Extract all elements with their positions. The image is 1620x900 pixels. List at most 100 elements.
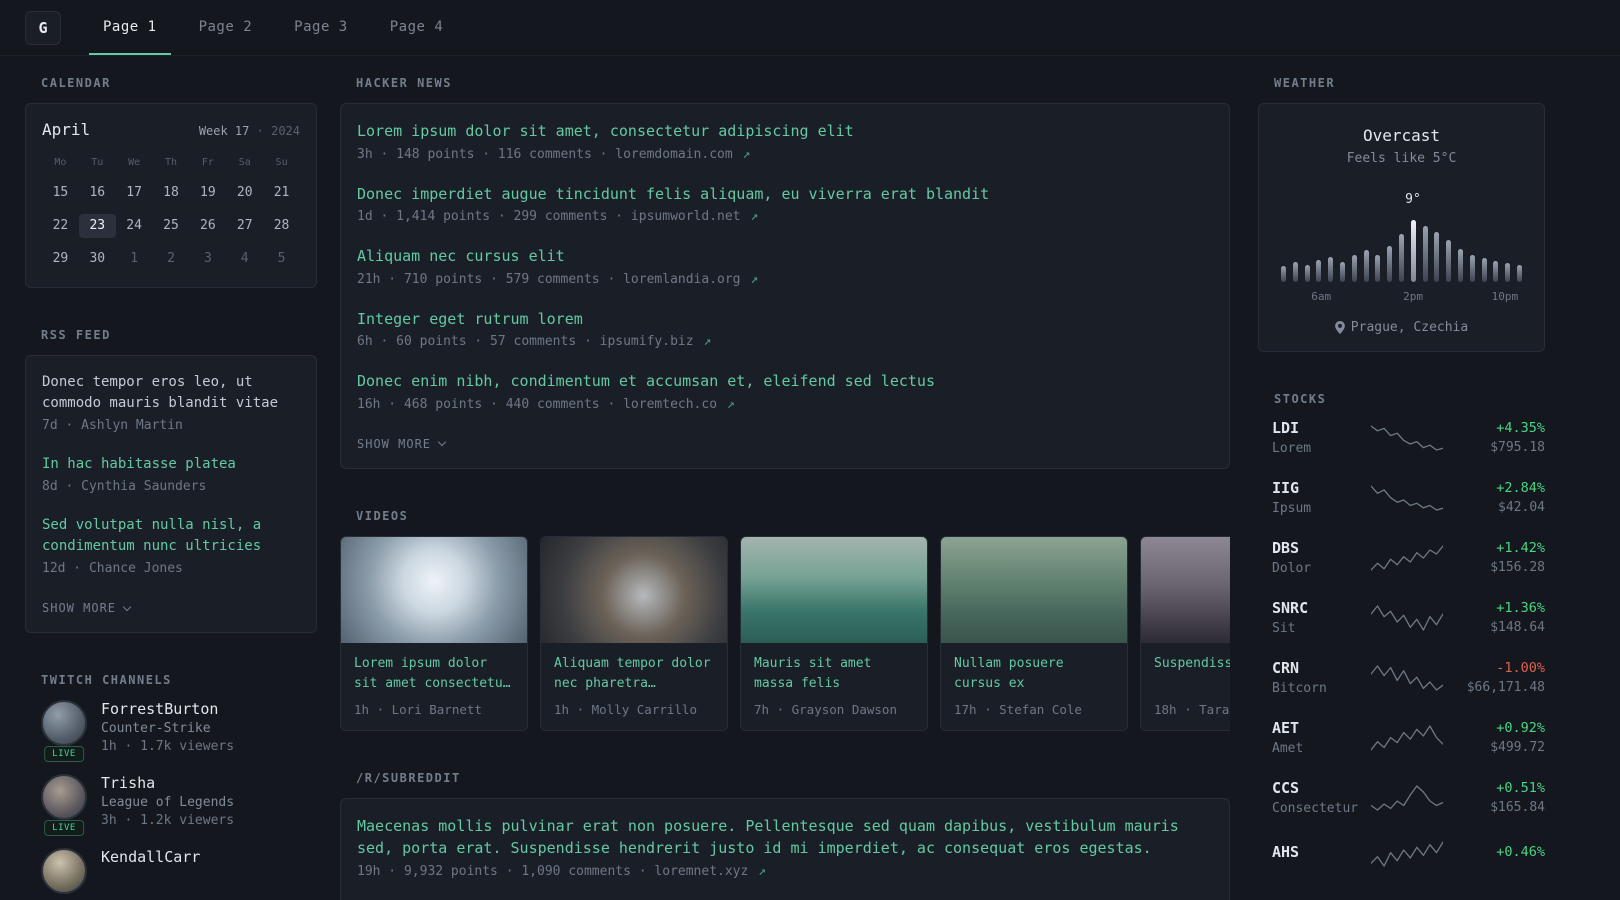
- calendar-day-selected: 23: [78, 214, 116, 238]
- rss-item: Donec tempor eros leo, ut commodo mauris…: [42, 372, 300, 433]
- stock-row[interactable]: IIG Ipsum +2.84% $42.04: [1272, 479, 1545, 516]
- video-thumbnail[interactable]: [1141, 536, 1230, 643]
- video-thumbnail[interactable]: [941, 536, 1127, 643]
- video-thumbnail[interactable]: [741, 536, 927, 643]
- stock-values: +1.36% $148.64: [1449, 600, 1545, 635]
- dashboard: CALENDAR April Week 17 · 2024 Mo Tu We T…: [0, 56, 1620, 900]
- rss-show-more-button[interactable]: SHOW MORE: [42, 601, 132, 615]
- rss-item-link[interactable]: Donec tempor eros leo, ut commodo mauris…: [42, 372, 300, 414]
- video-title[interactable]: Suspendisse diam: [1154, 654, 1230, 694]
- day-header: Mo: [54, 157, 67, 168]
- calendar-day: 15: [52, 185, 69, 200]
- stock-name: Lorem: [1272, 441, 1312, 456]
- calendar-widget: CALENDAR April Week 17 · 2024 Mo Tu We T…: [25, 76, 317, 288]
- hn-item-link[interactable]: Donec enim nibh, condimentum et accumsan…: [357, 370, 1213, 393]
- video-title[interactable]: Lorem ipsum dolor sit amet consectetu…: [354, 654, 514, 694]
- tab-page-3[interactable]: Page 3: [280, 0, 362, 55]
- rss-item-meta: 8d · Cynthia Saunders: [42, 479, 207, 494]
- calendar-day: 27: [236, 218, 253, 233]
- stock-row[interactable]: CRN Bitcorn -1.00% $66,171.48: [1272, 659, 1545, 696]
- calendar-day: 20: [236, 185, 253, 200]
- tab-page-1[interactable]: Page 1: [89, 0, 171, 55]
- calendar-week-year: Week 17 · 2024: [199, 124, 300, 138]
- video-thumbnail[interactable]: [541, 536, 727, 643]
- video-title[interactable]: Mauris sit amet massa felis: [754, 654, 914, 694]
- stock-sparkline: [1364, 543, 1449, 573]
- stock-ticker: CCS: [1272, 779, 1300, 797]
- stock-id: AET Amet: [1272, 719, 1364, 756]
- external-link-icon[interactable]: ↗: [758, 864, 766, 879]
- video-title[interactable]: Aliquam tempor dolor nec pharetra…: [554, 654, 714, 694]
- stock-id: IIG Ipsum: [1272, 479, 1364, 516]
- twitch-channel-row[interactable]: LIVE Trisha League of Legends 3h · 1.2k …: [41, 774, 317, 836]
- hn-item-link[interactable]: Aliquam nec cursus elit: [357, 245, 1213, 268]
- chevron-down-icon: [122, 602, 132, 611]
- external-link-icon[interactable]: ↗: [727, 397, 735, 412]
- hn-show-more-button[interactable]: SHOW MORE: [357, 437, 447, 451]
- stock-values: +0.51% $165.84: [1449, 780, 1545, 815]
- stock-ticker: LDI: [1272, 419, 1300, 437]
- external-link-icon[interactable]: ↗: [750, 272, 758, 287]
- stock-row[interactable]: LDI Lorem +4.35% $795.18: [1272, 419, 1545, 456]
- right-column: WEATHER Overcast Feels like 5°C 9° 6am 2…: [1258, 76, 1545, 900]
- hn-item-link[interactable]: Lorem ipsum dolor sit amet, consectetur …: [357, 120, 1213, 143]
- stock-row[interactable]: AET Amet +0.92% $499.72: [1272, 719, 1545, 756]
- tab-page-4[interactable]: Page 4: [376, 0, 458, 55]
- video-card[interactable]: Nullam posuere cursus ex 17h · Stefan Co…: [940, 535, 1128, 731]
- video-meta: 18h · Tara: [1154, 701, 1230, 717]
- video-meta: 17h · Stefan Cole: [954, 701, 1082, 717]
- video-card[interactable]: Mauris sit amet massa felis 7h · Grayson…: [740, 535, 928, 731]
- calendar-day-next-month: 2: [167, 251, 175, 266]
- day-header: We: [128, 157, 141, 168]
- rss-item-link[interactable]: In hac habitasse platea: [42, 454, 300, 475]
- rss-show-more-label: SHOW MORE: [42, 601, 117, 615]
- calendar-separator: ·: [256, 124, 264, 138]
- video-title[interactable]: Nullam posuere cursus ex: [954, 654, 1114, 694]
- day-header: Sa: [238, 157, 251, 168]
- external-link-icon[interactable]: ↗: [703, 334, 711, 349]
- external-link-icon[interactable]: ↗: [743, 147, 751, 162]
- twitch-channel-name: Trisha: [101, 774, 156, 792]
- video-body: Lorem ipsum dolor sit amet consectetu… 1…: [341, 643, 527, 730]
- stock-row[interactable]: SNRC Sit +1.36% $148.64: [1272, 599, 1545, 636]
- app-logo[interactable]: G: [25, 10, 61, 45]
- weather-location-text: Prague, Czechia: [1350, 320, 1469, 335]
- calendar-day: 30: [89, 251, 106, 266]
- hn-item-link[interactable]: Donec imperdiet augue tincidunt felis al…: [357, 183, 1213, 206]
- stock-row[interactable]: AHS +0.46%: [1272, 839, 1545, 869]
- stock-change: +2.84%: [1496, 480, 1545, 496]
- video-meta: 1h · Molly Carrillo: [554, 701, 697, 717]
- twitch-channel-meta: 1h · 1.7k viewers: [101, 739, 235, 754]
- stock-name: Consectetur: [1272, 801, 1359, 816]
- video-card[interactable]: Lorem ipsum dolor sit amet consectetu… 1…: [340, 535, 528, 731]
- tab-page-2[interactable]: Page 2: [185, 0, 267, 55]
- stock-row[interactable]: DBS Dolor +1.42% $156.28: [1272, 539, 1545, 576]
- video-body: Suspendisse diam 18h · Tara: [1141, 643, 1230, 730]
- hn-item-meta: 21h · 710 points · 579 comments · loreml…: [357, 272, 1213, 287]
- rss-item: Sed volutpat nulla nisl, a condimentum n…: [42, 515, 300, 576]
- stocks-widget: STOCKS LDI Lorem +4.35% $795.18 IIG Ipsu…: [1258, 392, 1545, 869]
- stock-values: +0.46%: [1449, 844, 1545, 864]
- stock-change: +0.46%: [1496, 844, 1545, 860]
- external-link-icon[interactable]: ↗: [750, 209, 758, 224]
- hn-item-meta-text: 1d · 1,414 points · 299 comments · ipsum…: [357, 209, 741, 224]
- video-card[interactable]: Suspendisse diam 18h · Tara: [1140, 535, 1230, 731]
- stock-id: CCS Consectetur: [1272, 779, 1364, 816]
- stock-sparkline: [1364, 423, 1449, 453]
- video-card[interactable]: Aliquam tempor dolor nec pharetra… 1h · …: [540, 535, 728, 731]
- rss-item-link[interactable]: Sed volutpat nulla nisl, a condimentum n…: [42, 515, 300, 557]
- video-thumbnail[interactable]: [341, 536, 527, 643]
- calendar-day-next-month: 3: [203, 251, 212, 266]
- avatar-wrap: LIVE: [41, 700, 87, 762]
- calendar-day: 29: [52, 251, 69, 266]
- twitch-channel-name: ForrestBurton: [101, 700, 219, 718]
- subreddit-item-link[interactable]: Maecenas mollis pulvinar erat non posuer…: [357, 815, 1213, 860]
- stock-row[interactable]: CCS Consectetur +0.51% $165.84: [1272, 779, 1545, 816]
- stocks-list: LDI Lorem +4.35% $795.18 IIG Ipsum +2.84…: [1258, 419, 1545, 869]
- weather-chart: 9°: [1281, 192, 1522, 282]
- rss-item-meta: 7d · Ashlyn Martin: [42, 418, 183, 433]
- hn-item-link[interactable]: Integer eget rutrum lorem: [357, 308, 1213, 331]
- stock-ticker: AET: [1272, 719, 1300, 737]
- twitch-channel-row[interactable]: KendallCarr: [41, 848, 317, 894]
- twitch-channel-row[interactable]: LIVE ForrestBurton Counter-Strike 1h · 1…: [41, 700, 317, 762]
